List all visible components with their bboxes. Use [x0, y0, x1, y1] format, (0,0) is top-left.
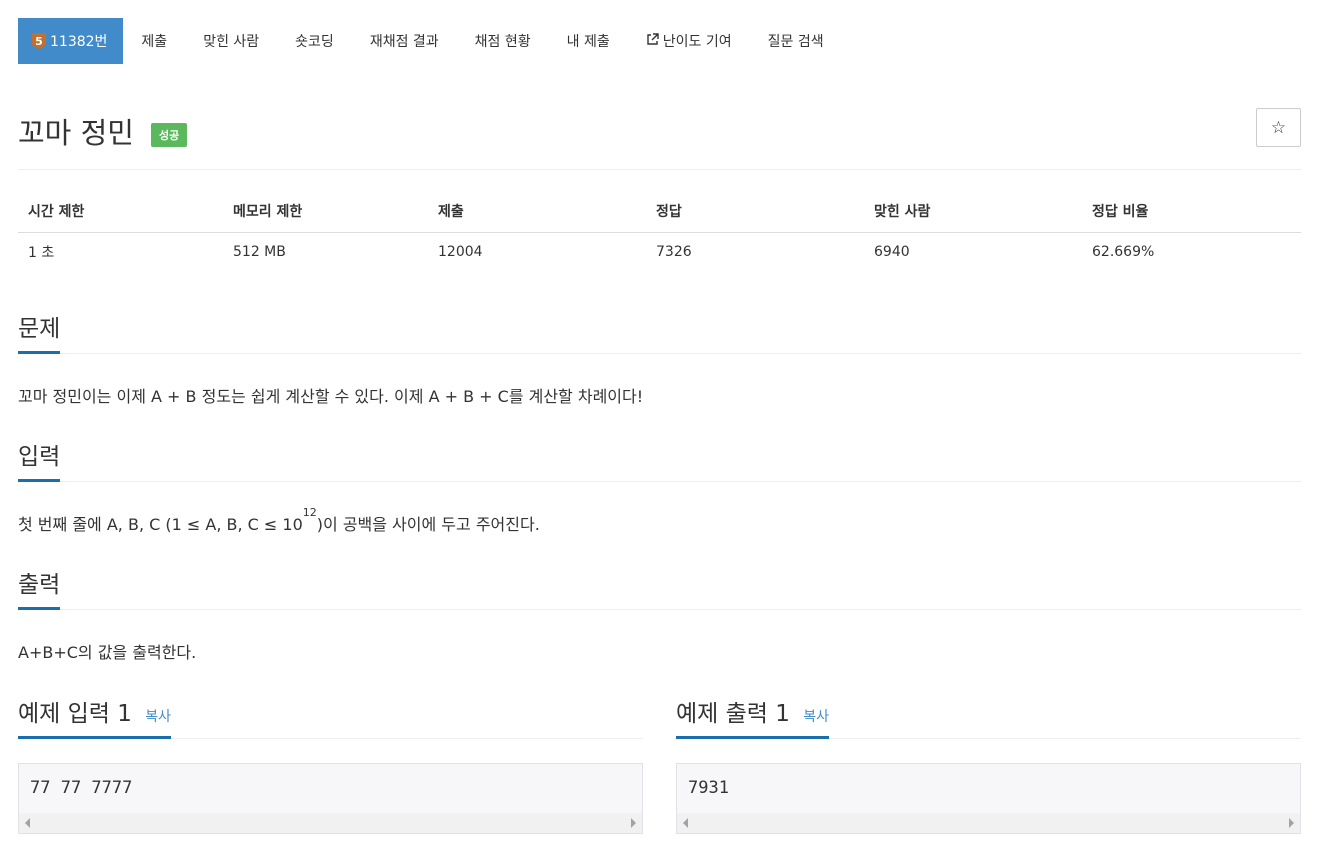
sample-output-title-text: 예제 출력 1	[676, 701, 790, 727]
header-solved-users: 맞힌 사람	[864, 190, 1082, 233]
info-value-row: 1 초 512 MB 12004 7326 6940 62.669%	[18, 232, 1301, 272]
tier-badge-icon: 5	[32, 32, 46, 50]
sample-output-scrollbar[interactable]	[677, 813, 1300, 833]
output-section-header: 출력	[18, 565, 1301, 610]
favorite-star-button[interactable]: ☆	[1256, 108, 1301, 147]
output-section-title: 출력	[18, 565, 61, 610]
problem-title: 꼬마 정민	[18, 116, 134, 150]
tab-my-submissions[interactable]: 내 제출	[549, 18, 628, 64]
tab-status[interactable]: 채점 현황	[457, 18, 549, 64]
header-accept-ratio: 정답 비율	[1082, 190, 1301, 233]
value-solved-users: 6940	[874, 244, 910, 261]
scroll-left-arrow-icon[interactable]	[25, 818, 30, 828]
external-link-icon	[646, 32, 659, 50]
value-submissions: 12004	[438, 244, 483, 261]
star-icon: ☆	[1270, 117, 1287, 138]
sample-output-title: 예제 출력 1 복사	[676, 694, 829, 739]
sample-input-header: 예제 입력 1 복사	[18, 694, 643, 739]
value-time-limit: 1 초	[28, 245, 55, 262]
sample-input-title: 예제 입력 1 복사	[18, 694, 171, 739]
value-memory-limit: 512 MB	[233, 244, 286, 261]
info-header-row: 시간 제한 메모리 제한 제출 정답 맞힌 사람 정답 비율	[18, 190, 1301, 233]
input-text-end: )이 공백을 사이에 두고 주어진다.	[316, 515, 540, 534]
sample-input-scrollbar[interactable]	[19, 813, 642, 833]
tab-problem[interactable]: 5 11382번	[18, 18, 124, 64]
input-text-start: 첫 번째 줄에 A, B, C (1 ≤ A, B, C ≤ 10	[18, 515, 303, 534]
problem-info-table: 시간 제한 메모리 제한 제출 정답 맞힌 사람 정답 비율 1 초 512 M…	[18, 190, 1301, 272]
input-exponent: 12	[302, 506, 317, 519]
problem-section-title: 문제	[18, 309, 61, 354]
tab-submit[interactable]: 제출	[123, 18, 185, 64]
value-accept-ratio: 62.669%	[1092, 244, 1155, 261]
sample-output-header: 예제 출력 1 복사	[676, 694, 1301, 739]
input-section-header: 입력	[18, 437, 1301, 482]
header-memory-limit: 메모리 제한	[223, 190, 428, 233]
input-section-title: 입력	[18, 437, 61, 482]
sample-input-code: 77 77 7777	[30, 778, 133, 798]
value-accepted: 7326	[656, 244, 692, 261]
result-badge: 성공	[151, 123, 188, 147]
output-description: A+B+C의 값을 출력한다.	[18, 643, 197, 662]
sample-output-box: 7931	[676, 763, 1301, 834]
copy-sample-output-link[interactable]: 복사	[803, 709, 829, 725]
problem-section-header: 문제	[18, 309, 1301, 354]
header-accepted: 정답	[646, 190, 864, 233]
sample-output-code: 7931	[688, 778, 729, 798]
tab-problem-label: 11382번	[50, 34, 108, 50]
header-submissions: 제출	[428, 190, 646, 233]
sample-input-title-text: 예제 입력 1	[18, 701, 132, 727]
title-row: 꼬마 정민 성공 ☆	[18, 106, 1301, 170]
tab-difficulty-label: 난이도 기여	[662, 34, 732, 50]
tab-short-coding[interactable]: 숏코딩	[277, 18, 352, 64]
sample-input-box: 77 77 7777	[18, 763, 643, 834]
tab-question-search[interactable]: 질문 검색	[750, 18, 842, 64]
tab-difficulty-contribute[interactable]: 난이도 기여	[628, 18, 750, 64]
header-time-limit: 시간 제한	[18, 190, 223, 233]
problem-nav: 5 11382번 제출 맞힌 사람 숏코딩 재채점 결과 채점 현황 내 제출 …	[18, 18, 842, 64]
copy-sample-input-link[interactable]: 복사	[145, 709, 171, 725]
scroll-right-arrow-icon[interactable]	[1289, 818, 1294, 828]
input-description: 첫 번째 줄에 A, B, C (1 ≤ A, B, C ≤ 1012)이 공백…	[18, 506, 540, 535]
scroll-left-arrow-icon[interactable]	[683, 818, 688, 828]
problem-description: 꼬마 정민이는 이제 A + B 정도는 쉽게 계산할 수 있다. 이제 A +…	[18, 387, 644, 406]
tab-solved-users[interactable]: 맞힌 사람	[185, 18, 277, 64]
scroll-right-arrow-icon[interactable]	[631, 818, 636, 828]
tab-rejudge-results[interactable]: 재채점 결과	[352, 18, 457, 64]
